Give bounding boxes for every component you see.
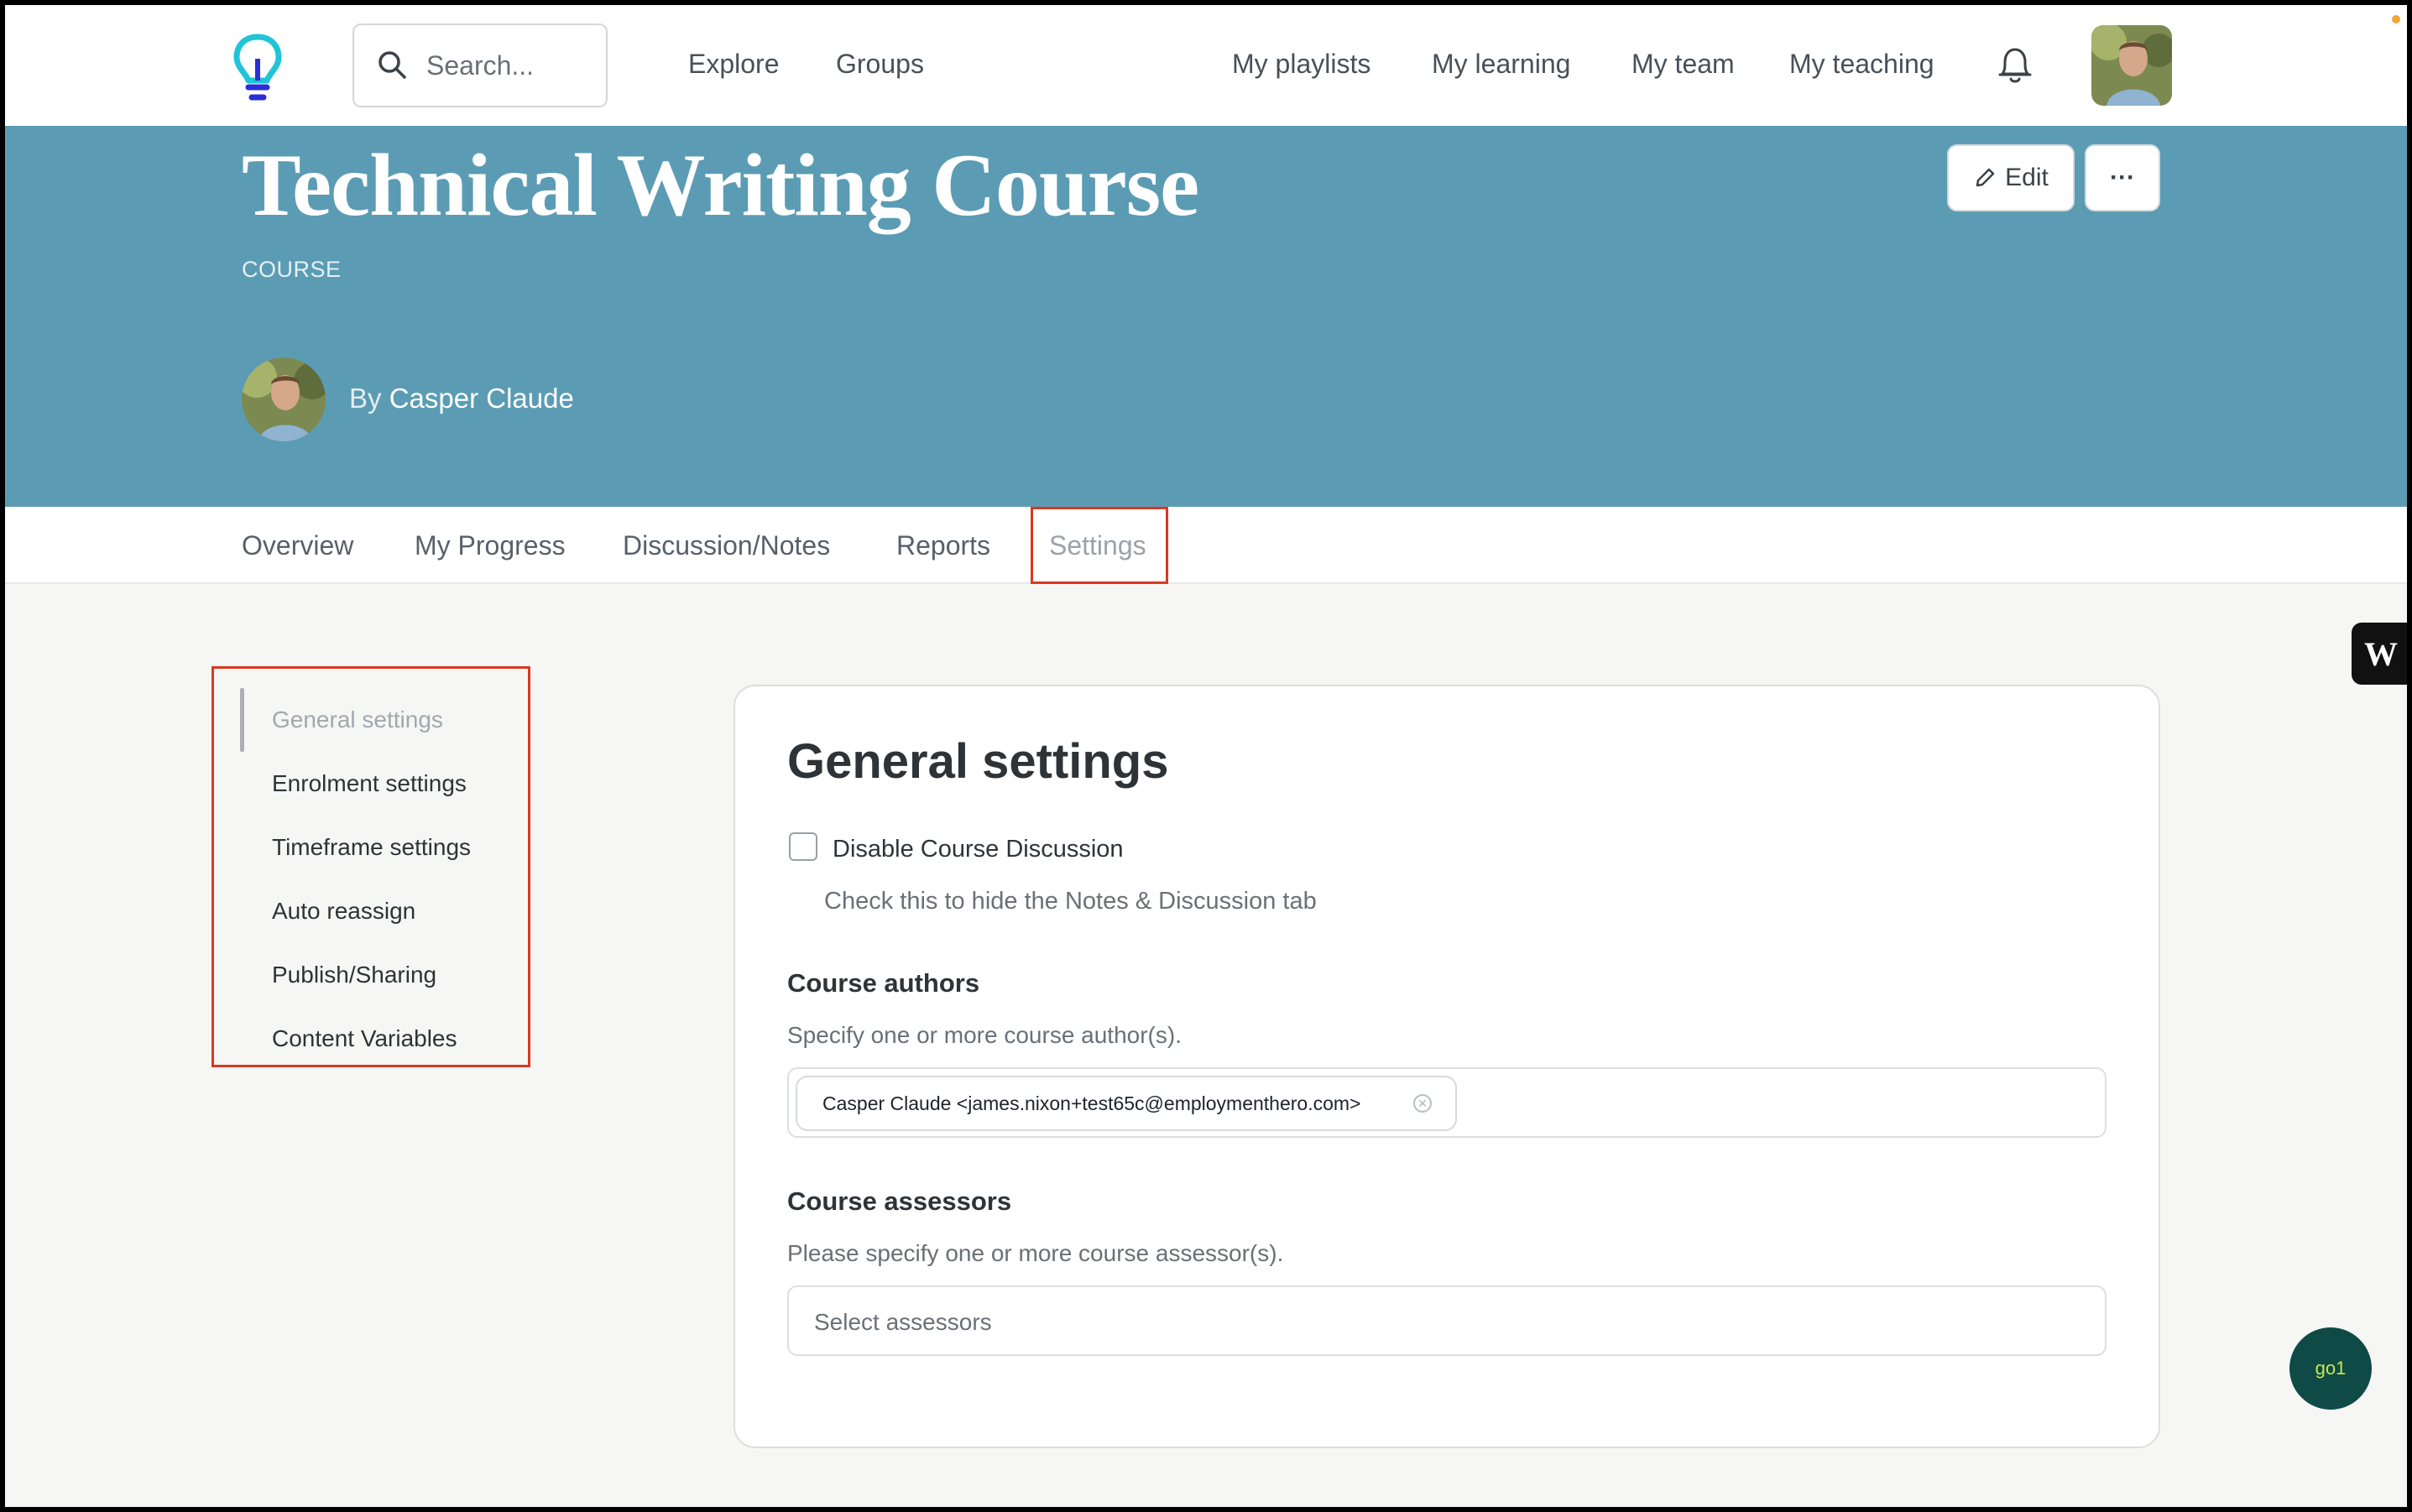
disable-discussion-checkbox[interactable] [789, 832, 817, 861]
lightbulb-logo-icon[interactable] [232, 34, 284, 104]
by-prefix: By [349, 383, 382, 414]
menu-general-settings[interactable]: General settings [272, 706, 443, 733]
settings-tab-highlight [1031, 507, 1168, 584]
course-header: Technical Writing Course COURSE By Caspe… [5, 126, 2407, 507]
bell-icon[interactable] [1996, 44, 2034, 90]
edit-button[interactable]: Edit [1947, 144, 2075, 211]
search-placeholder: Search... [426, 50, 535, 81]
general-settings-panel: General settings Disable Course Discussi… [734, 685, 2160, 1448]
course-assessors-description: Please specify one or more course assess… [787, 1240, 1284, 1266]
menu-publish-sharing[interactable]: Publish/Sharing [272, 962, 436, 988]
menu-auto-reassign[interactable]: Auto reassign [272, 898, 415, 925]
tab-discussion-notes[interactable]: Discussion/Notes [623, 530, 830, 561]
tab-overview[interactable]: Overview [242, 530, 353, 561]
search-input[interactable]: Search... [352, 23, 608, 107]
author-name[interactable]: Casper Claude [389, 383, 574, 414]
nav-explore[interactable]: Explore [688, 49, 780, 80]
nav-my-learning[interactable]: My learning [1432, 49, 1570, 80]
menu-enrolment-settings[interactable]: Enrolment settings [272, 770, 467, 797]
nav-my-playlists[interactable]: My playlists [1232, 49, 1370, 80]
assessors-placeholder: Select assessors [814, 1309, 992, 1335]
more-icon: ··· [2110, 164, 2135, 191]
nav-my-teaching[interactable]: My teaching [1789, 49, 1934, 80]
author-chip-label: Casper Claude <james.nixon+test65c@emplo… [822, 1092, 1361, 1114]
course-authors-field[interactable]: Casper Claude <james.nixon+test65c@emplo… [787, 1067, 2107, 1138]
remove-author-icon[interactable]: ✕ [1413, 1094, 1432, 1113]
course-assessors-field[interactable]: Select assessors [787, 1285, 2107, 1356]
active-indicator [240, 688, 244, 752]
w-widget-label: W [2364, 634, 2398, 673]
go1-chat-button[interactable]: go1 [2289, 1327, 2372, 1410]
disable-discussion-help: Check this to hide the Notes & Discussio… [824, 888, 1317, 915]
author-chip: Casper Claude <james.nixon+test65c@emplo… [796, 1076, 1457, 1131]
menu-content-variables[interactable]: Content Variables [272, 1025, 457, 1052]
app-window: Search... Explore Groups My playlists My… [5, 5, 2407, 1507]
menu-timeframe-settings[interactable]: Timeframe settings [272, 834, 471, 861]
author-avatar[interactable] [242, 357, 326, 441]
course-type-label: COURSE [242, 257, 342, 282]
nav-my-team[interactable]: My team [1631, 49, 1735, 80]
nav-groups[interactable]: Groups [836, 49, 924, 80]
user-avatar[interactable] [2091, 25, 2172, 106]
tab-reports[interactable]: Reports [896, 530, 990, 561]
disable-discussion-label[interactable]: Disable Course Discussion [833, 836, 1124, 863]
more-options-button[interactable]: ··· [2085, 144, 2160, 211]
pencil-icon [1976, 168, 1995, 187]
edit-button-label: Edit [2005, 164, 2049, 191]
w-widget-button[interactable]: W [2352, 623, 2407, 685]
course-title: Technical Writing Course [242, 136, 1199, 234]
search-icon [379, 51, 406, 79]
notification-dot [2392, 15, 2400, 23]
course-assessors-heading: Course assessors [787, 1186, 1012, 1216]
tab-my-progress[interactable]: My Progress [415, 530, 566, 561]
go1-label: go1 [2315, 1358, 2347, 1379]
author-line: By Casper Claude [349, 383, 574, 414]
course-authors-heading: Course authors [787, 968, 980, 998]
panel-title: General settings [787, 734, 1169, 789]
course-tabs: Overview My Progress Discussion/Notes Re… [5, 507, 2407, 584]
top-navigation: Search... Explore Groups My playlists My… [5, 5, 2407, 126]
course-authors-description: Specify one or more course author(s). [787, 1022, 1182, 1048]
